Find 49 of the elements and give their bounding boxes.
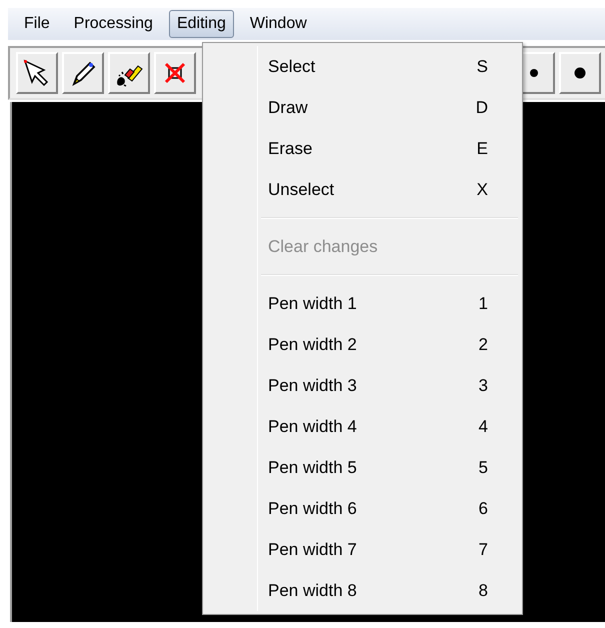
menu-item[interactable]: Processing <box>66 10 161 38</box>
menu-option[interactable]: Pen width 1 1 <box>203 283 522 324</box>
shortcut-key: 8 <box>478 578 488 604</box>
draw-tool-button[interactable] <box>62 52 104 94</box>
menu-option-label: Pen width 7 <box>268 538 358 561</box>
menu-option-label: Pen width 4 <box>268 416 358 438</box>
shortcut-key: 3 <box>478 372 488 398</box>
shortcut-key: 7 <box>478 536 488 562</box>
menu-option[interactable]: Pen width 6 6 <box>203 488 522 529</box>
menu-option[interactable]: Draw D <box>203 87 522 128</box>
menu-option-label: Pen width 6 <box>268 498 358 520</box>
menu-option[interactable]: Pen width 8 8 <box>203 570 522 611</box>
menu-item[interactable]: File <box>16 10 58 38</box>
menu-option-label: Pen width 1 <box>268 292 358 315</box>
shortcut-key: 4 <box>478 414 488 440</box>
menu-option-label: Pen width 2 <box>268 334 358 356</box>
menu-option[interactable]: Erase E <box>203 128 522 169</box>
pen-width-button[interactable] <box>559 52 601 94</box>
menu-option-label: Draw <box>268 96 309 119</box>
shortcut-key: 6 <box>478 496 488 522</box>
menu-option[interactable]: Pen width 2 2 <box>203 324 522 365</box>
shortcut-key: 2 <box>478 332 488 358</box>
shortcut-key: E <box>476 136 488 162</box>
menu-option[interactable]: Unselect X <box>203 169 522 210</box>
menu-option-label: Clear changes <box>268 236 379 258</box>
menu-option-label: Pen width 8 <box>268 580 358 602</box>
menu-item[interactable]: Editing <box>168 10 234 38</box>
dot-icon <box>574 67 586 79</box>
menu-option[interactable]: Pen width 7 7 <box>203 529 522 570</box>
menu-option-label: Unselect <box>268 178 336 201</box>
menu-item[interactable]: Window <box>242 10 315 38</box>
menu-option-label: Erase <box>268 138 314 160</box>
shortcut-key: X <box>476 176 488 202</box>
unselect-tool-button[interactable] <box>154 52 196 94</box>
shortcut-key: 1 <box>478 290 488 316</box>
menu-option[interactable]: Pen width 5 5 <box>203 447 522 488</box>
menu-option-label: Pen width 3 <box>268 374 358 397</box>
menu-option[interactable]: Pen width 4 4 <box>203 406 522 447</box>
menu-option-label: Pen width 5 <box>268 456 358 479</box>
shortcut-key: 5 <box>478 454 488 480</box>
select-tool-button[interactable] <box>16 52 58 94</box>
menu-option[interactable]: Select S <box>203 46 522 87</box>
menu-option[interactable]: Pen width 3 3 <box>203 365 522 406</box>
dot-icon <box>529 68 539 78</box>
erase-tool-button[interactable] <box>108 52 150 94</box>
cross-out-icon <box>163 61 187 85</box>
menu-option-label: Select <box>268 56 316 78</box>
shortcut-key: D <box>476 94 488 120</box>
shortcut-key: S <box>476 54 488 80</box>
